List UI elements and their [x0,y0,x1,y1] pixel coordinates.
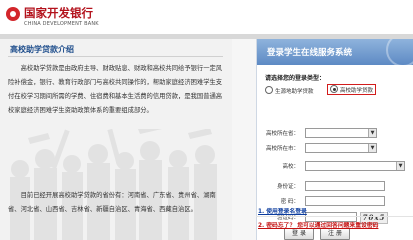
radio-origin-loan-label: 生源地助学贷款 [275,89,314,95]
radio-circle-icon [265,86,273,94]
id-card-input[interactable] [305,181,385,191]
links-divider [256,216,413,217]
bank-name-en: CHINA DEVELOPMENT BANK [24,21,99,27]
chevron-down-icon: ▼ [368,144,376,152]
password-input[interactable] [305,196,385,206]
chevron-down-icon: ▼ [396,162,404,170]
login-name-link[interactable]: 1. 使用登录名登录 [258,206,307,215]
radio-selected-icon [330,85,338,93]
intro-title: 高校助学贷款介绍 [10,45,74,54]
province-select[interactable]: ▼ [305,128,377,138]
login-panel-header: 登录学生在线服务系统 [257,39,413,65]
radio-origin-loan[interactable]: 生源地助学贷款 [265,86,314,95]
login-button[interactable]: 登 录 [284,228,314,240]
radio-campus-loan[interactable]: 高校助学贷款 [327,84,377,95]
city-label: 高校所在市： [265,146,299,152]
register-button[interactable]: 注 册 [320,228,350,240]
city-select[interactable]: ▼ [305,143,377,153]
bank-name-cn: 国家开发银行 [24,6,93,20]
site-header: 国家开发银行 CHINA DEVELOPMENT BANK [0,0,413,34]
provinces-paragraph: 目前已经开展高校助学贷款的省份有：河南省、广东省、贵州省、湖南省、河北省、山西省… [8,192,216,214]
intro-paragraph: 高校助学贷款是由政府主导、财政贴息、财政和高校共同给予银行一定风险补偿金，银行、… [8,65,223,115]
province-label: 高校所在省： [265,131,299,137]
school-select[interactable]: ▼ [305,161,405,171]
loan-intro-section: 高校助学贷款介绍 高校助学贷款是由政府主导、财政贴息、财政和高校共同给予银行一定… [0,39,232,240]
intro-title-rule [8,56,223,57]
school-label: 高校： [282,164,299,170]
bank-logo-icon [6,7,20,21]
password-label: 密 码： [280,199,299,205]
id-card-label: 身份证： [276,184,299,190]
radio-campus-loan-label: 高校助学贷款 [340,88,374,94]
login-panel-title: 登录学生在线服务系统 [267,48,353,58]
chevron-down-icon: ▼ [368,129,376,137]
login-type-prompt: 请选择您的登录类型： [265,75,326,82]
login-type-radio-group: 生源地助学贷款 高校助学贷款 [265,84,405,97]
forgot-password-link[interactable]: 2. 密码忘了？ 您可以通过回答问题来重设密码 [258,220,378,229]
graduates-silhouette-image [10,129,217,240]
header-decoration-icon [386,39,413,65]
